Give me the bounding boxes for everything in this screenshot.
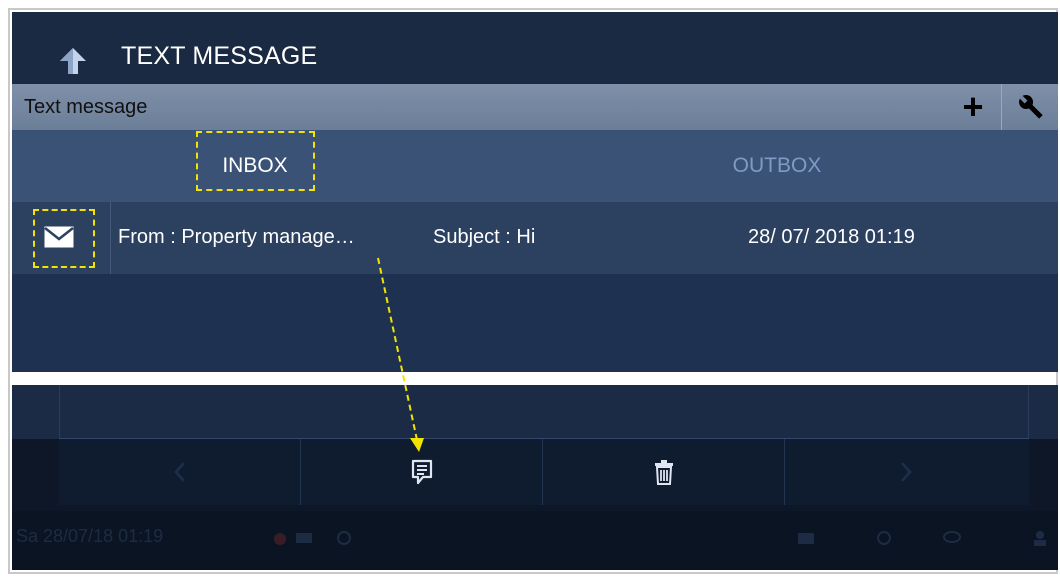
trash-icon bbox=[654, 460, 673, 485]
network-icon bbox=[296, 533, 312, 543]
text-message-screen: TEXT MESSAGE Text message + INBOX OUTBOX bbox=[12, 12, 1058, 372]
page-title: TEXT MESSAGE bbox=[121, 42, 318, 70]
message-toolbar bbox=[59, 439, 1029, 505]
message-subject: Subject : Hi bbox=[433, 226, 536, 248]
view-message-button[interactable] bbox=[301, 439, 543, 505]
chat-status-icon bbox=[943, 531, 961, 543]
title-bar: TEXT MESSAGE bbox=[12, 12, 1058, 84]
mailbox-tabs: INBOX OUTBOX bbox=[12, 130, 1058, 202]
refresh-icon bbox=[337, 531, 351, 545]
view-message-icon bbox=[411, 459, 432, 485]
user-status-icon bbox=[1034, 531, 1046, 546]
next-button[interactable] bbox=[785, 439, 1027, 505]
message-toolbar-screen: Sa 28/07/18 01:19 bbox=[12, 385, 1058, 570]
chevron-right-icon bbox=[901, 462, 912, 482]
status-datetime: Sa 28/07/18 01:19 bbox=[16, 526, 164, 546]
delete-button[interactable] bbox=[543, 439, 785, 505]
chevron-left-icon bbox=[173, 462, 185, 482]
divider bbox=[1001, 84, 1002, 130]
section-title: Text message bbox=[24, 96, 148, 118]
inbox-highlight bbox=[196, 131, 315, 191]
envelope-highlight bbox=[33, 209, 95, 268]
sub-header: Text message + bbox=[12, 84, 1058, 130]
list-bottom-strip bbox=[12, 385, 1058, 439]
previous-button[interactable] bbox=[59, 439, 301, 505]
wrench-icon bbox=[1018, 94, 1043, 119]
message-datetime: 28/ 07/ 2018 01:19 bbox=[748, 226, 915, 248]
message-from: From : Property manage… bbox=[118, 226, 355, 248]
tab-outbox[interactable]: OUTBOX bbox=[712, 130, 842, 202]
message-row[interactable]: From : Property manage… Subject : Hi 28/… bbox=[12, 202, 1058, 274]
settings-button[interactable] bbox=[1004, 84, 1058, 130]
sync-status-icon bbox=[877, 531, 891, 545]
add-message-button[interactable]: + bbox=[948, 89, 998, 125]
status-bar: Sa 28/07/18 01:19 bbox=[12, 511, 1058, 570]
back-arrow-icon[interactable] bbox=[58, 46, 88, 76]
empty-list-area bbox=[12, 274, 1058, 372]
mail-status-icon bbox=[798, 533, 814, 544]
strip-border bbox=[59, 385, 1029, 439]
alarm-icon bbox=[274, 533, 286, 545]
